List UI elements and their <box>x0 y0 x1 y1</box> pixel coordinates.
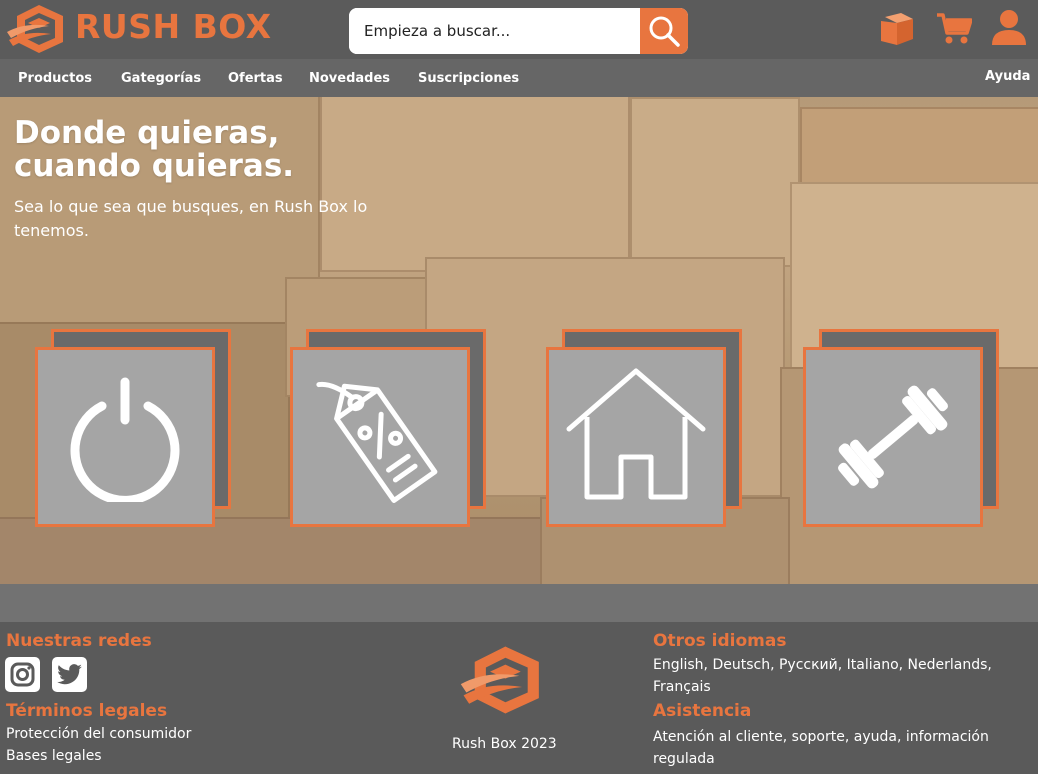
search-bar <box>349 8 688 54</box>
category-tile-sports[interactable] <box>803 329 1001 527</box>
search-input[interactable] <box>349 8 640 54</box>
nav-item-ayuda[interactable]: Ayuda <box>985 69 1030 84</box>
category-tile-home[interactable] <box>546 329 744 527</box>
nav-item-ofertas[interactable]: Ofertas <box>228 71 283 86</box>
rush-box-logo-icon <box>460 646 539 714</box>
search-icon <box>649 16 680 47</box>
twitter-icon <box>57 664 82 685</box>
package-icon[interactable] <box>879 9 915 47</box>
instagram-link[interactable] <box>5 657 40 692</box>
hero-subtitle: Sea lo que sea que busques, en Rush Box … <box>14 197 368 240</box>
footer: Nuestras redes Términos legales Protecci… <box>0 622 1038 774</box>
home-icon <box>566 368 706 500</box>
divider-band <box>0 584 1038 622</box>
user-icon[interactable] <box>991 9 1027 47</box>
languages-heading: Otros idiomas <box>653 631 787 651</box>
nav-item-novedades[interactable]: Novedades <box>309 71 390 86</box>
languages-list[interactable]: English, Deutsch, Русский, Italiano, Ned… <box>653 654 1023 698</box>
category-tile-electronics[interactable] <box>35 329 233 527</box>
copyright-text: Rush Box 2023 <box>452 736 557 752</box>
category-tile-offers[interactable] <box>290 329 488 527</box>
search-button[interactable] <box>640 8 688 54</box>
cardboard-box-image <box>630 97 800 267</box>
twitter-link[interactable] <box>52 657 87 692</box>
nav-item-suscripciones[interactable]: Suscripciones <box>418 71 519 86</box>
legal-link-consumer-protection[interactable]: Protección del consumidor <box>6 723 191 745</box>
nav-item-productos[interactable]: Productos <box>18 71 92 86</box>
legal-heading: Términos legales <box>6 701 168 721</box>
power-icon <box>70 377 180 502</box>
brand-name[interactable]: RUSH BOX <box>75 7 272 46</box>
cardboard-box-image <box>320 97 630 272</box>
support-links[interactable]: Atención al cliente, soporte, ayuda, inf… <box>653 726 1033 770</box>
cardboard-box-image <box>0 517 550 584</box>
support-heading: Asistencia <box>653 701 752 721</box>
header: RUSH BOX <box>0 0 1038 59</box>
nav-item-categorias[interactable]: Gategorías <box>121 71 201 86</box>
hero-title: Donde quieras, cuando quieras. <box>14 115 295 184</box>
legal-link-legal-bases[interactable]: Bases legales <box>6 745 102 767</box>
rush-box-logo-icon[interactable] <box>5 2 71 56</box>
cart-icon[interactable] <box>936 9 972 47</box>
social-heading: Nuestras redes <box>6 631 152 651</box>
price-tag-icon <box>316 381 438 503</box>
instagram-icon <box>10 662 35 687</box>
dumbbell-icon <box>838 385 948 489</box>
hero-banner: Donde quieras, cuando quieras. Sea lo qu… <box>0 97 1038 584</box>
main-nav: Productos Gategorías Ofertas Novedades S… <box>0 59 1038 97</box>
